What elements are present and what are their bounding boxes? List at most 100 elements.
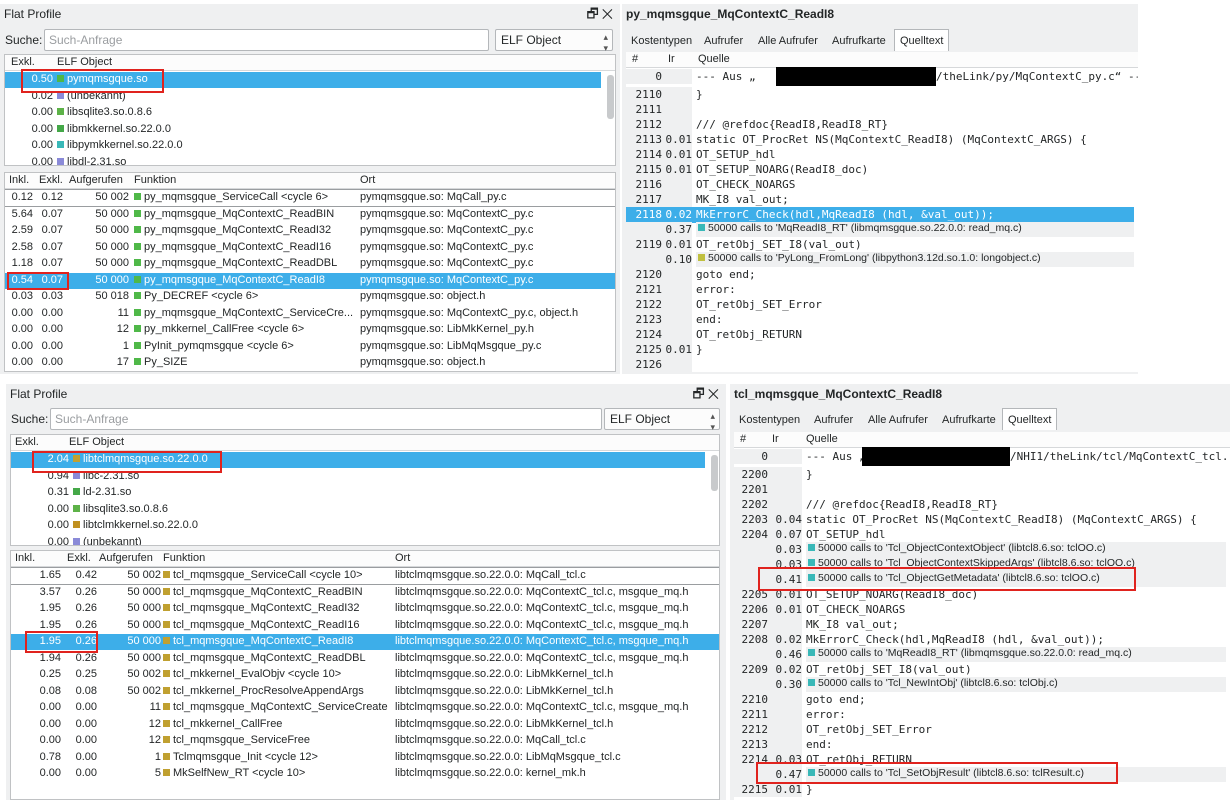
- function-row[interactable]: 1.94 0.26 50 000 tcl_mqmsgque_MqContextC_Re…: [11, 651, 719, 667]
- function-row[interactable]: 0.54 0.07 50 000 py_mqmsgque_MqContextC_Rea…: [5, 272, 615, 289]
- source-line[interactable]: 0.46 50000 calls to 'MqReadI8_RT' (libmqm…: [734, 647, 1226, 663]
- source-line[interactable]: 2208 0.02 MkErrorC_Check(hdl,MqReadI8 (hd…: [734, 632, 1226, 648]
- top-flat-dock-buttons[interactable]: 🗗✕: [587, 5, 616, 27]
- source-line[interactable]: 2207 MK_I8 val_out;: [734, 617, 1226, 633]
- bottom-search-input[interactable]: Such-Anfrage: [50, 408, 602, 430]
- group-row[interactable]: 0.00 libmkkernel.so.22.0.0: [5, 122, 601, 138]
- function-row[interactable]: 0.03 0.03 50 018 Py_DECREF <cycle 6> pymqmsg…: [5, 289, 615, 305]
- function-row[interactable]: 0.00 0.00 17 Py_SIZE pymqmsgque.so: object.h: [5, 355, 615, 371]
- top-function-list[interactable]: Inkl. Exkl. Aufgerufen Funktion Ort 0.12…: [4, 172, 616, 372]
- source-line[interactable]: 2116 OT_CHECK_NOARGS: [626, 177, 1134, 193]
- top-group-scrollbar[interactable]: [607, 75, 614, 119]
- col-quelle[interactable]: Quelle: [698, 53, 730, 65]
- col-funktion[interactable]: Funktion: [163, 552, 205, 564]
- function-row[interactable]: 3.57 0.26 50 000 tcl_mqmsgque_MqContextC_Re…: [11, 585, 719, 601]
- group-row[interactable]: 0.00 libsqlite3.so.0.8.6: [11, 502, 705, 518]
- tab-aufrufer[interactable]: Aufrufer: [808, 408, 859, 430]
- top-source-view[interactable]: # Ir Quelle 0 --- Aus „ /theLink/py/MqContex…: [626, 52, 1138, 372]
- function-row[interactable]: 1.95 0.26 50 000 tcl_mqmsgque_MqContextC_Re…: [11, 634, 719, 650]
- bottom-group-scrollbar[interactable]: [711, 455, 718, 491]
- source-line[interactable]: 2119 0.01 OT_retObj_SET_I8(val_out): [626, 237, 1134, 253]
- function-row[interactable]: 0.25 0.25 50 002 tcl_mkkernel_EvalObjv <cyc…: [11, 667, 719, 683]
- tab-aufrufkarte[interactable]: Aufrufkarte: [826, 29, 892, 51]
- col-elf-object[interactable]: ELF Object: [57, 56, 112, 68]
- function-row[interactable]: 0.78 0.00 1 Tclmqmsgque_Init <cycle 12> libt…: [11, 750, 719, 766]
- tab-quelltext[interactable]: Quelltext: [1002, 408, 1058, 430]
- function-row[interactable]: 0.12 0.12 50 002 py_mqmsgque_ServiceCall <c…: [5, 189, 615, 207]
- col-exkl[interactable]: Exkl.: [11, 56, 35, 68]
- source-line[interactable]: 2122 OT_retObj_SET_Error: [626, 297, 1134, 313]
- source-line[interactable]: 2111: [626, 102, 1134, 118]
- source-line[interactable]: 2213 end:: [734, 737, 1226, 753]
- group-row[interactable]: 0.00 libtclmkkernel.so.22.0.0: [11, 518, 705, 534]
- col-inkl[interactable]: Inkl.: [15, 552, 35, 564]
- group-row[interactable]: 0.00 libdl-2.31.so: [5, 155, 601, 166]
- function-row[interactable]: 0.00 0.00 11 py_mqmsgque_MqContextC_Service…: [5, 306, 615, 322]
- source-line[interactable]: 2112 /// @refdoc{ReadI8,ReadI8_RT}: [626, 117, 1134, 133]
- source-line[interactable]: 2206 0.01 OT_CHECK_NOARGS: [734, 602, 1226, 618]
- bottom-flat-dock-buttons[interactable]: 🗗✕: [693, 385, 722, 407]
- function-row[interactable]: 1.18 0.07 50 000 py_mqmsgque_MqContextC_Rea…: [5, 256, 615, 272]
- tab-quelltext[interactable]: Quelltext: [894, 29, 950, 51]
- bottom-function-list[interactable]: Inkl. Exkl. Aufgerufen Funktion Ort 1.65…: [10, 550, 720, 800]
- source-line[interactable]: 0 --- Aus „ /NHI1/theLink/tcl/MqContextC_t…: [734, 447, 1229, 466]
- source-line[interactable]: 0 --- Aus „ /theLink/py/MqContextC_py.c“ -…: [626, 67, 1138, 86]
- top-search-input[interactable]: Such-Anfrage: [44, 29, 489, 51]
- col-funktion[interactable]: Funktion: [134, 174, 176, 186]
- source-line[interactable]: 2126: [626, 357, 1134, 372]
- source-line[interactable]: 2209 0.02 OT_retObj_SET_I8(val_out): [734, 662, 1226, 678]
- function-row[interactable]: 0.00 0.00 5 MkSelfNew_RT <cycle 10> libtclmq…: [11, 766, 719, 782]
- source-line[interactable]: 2117 MK_I8 val_out;: [626, 192, 1134, 208]
- col-ir[interactable]: Ir: [772, 433, 779, 445]
- function-row[interactable]: 2.58 0.07 50 000 py_mqmsgque_MqContextC_Rea…: [5, 240, 615, 256]
- function-row[interactable]: 0.00 0.00 12 py_mkkernel_CallFree <cycle 6>…: [5, 322, 615, 338]
- col-quelle[interactable]: Quelle: [806, 433, 838, 445]
- function-row[interactable]: 1.95 0.26 50 000 tcl_mqmsgque_MqContextC_Re…: [11, 601, 719, 617]
- tab-alle-aufrufer[interactable]: Alle Aufrufer: [862, 408, 934, 430]
- source-line[interactable]: 2110}: [626, 87, 1134, 103]
- col-line[interactable]: #: [632, 53, 638, 65]
- tab-alle-aufrufer[interactable]: Alle Aufrufer: [752, 29, 824, 51]
- source-line[interactable]: 2200}: [734, 467, 1226, 483]
- source-line[interactable]: 2212 OT_retObj_SET_Error: [734, 722, 1226, 738]
- col-ort[interactable]: Ort: [395, 552, 410, 564]
- col-line[interactable]: #: [740, 433, 746, 445]
- source-line[interactable]: 2210 goto end;: [734, 692, 1226, 708]
- group-row[interactable]: 0.00 (unbekannt): [11, 535, 705, 546]
- bottom-source-view[interactable]: # Ir Quelle 0 --- Aus „ /NHI1/theLink/tcl/Mq…: [734, 432, 1230, 800]
- source-line[interactable]: 2115 0.01 OT_SETUP_NOARG(ReadI8_doc): [626, 162, 1134, 178]
- group-row[interactable]: 0.00 libsqlite3.so.0.8.6: [5, 105, 601, 121]
- function-row[interactable]: 0.00 0.00 12 tcl_mqmsgque_ServiceFree libtcl…: [11, 733, 719, 749]
- group-row[interactable]: 0.00 libpymkkernel.so.22.0.0: [5, 138, 601, 154]
- col-exkl[interactable]: Exkl.: [67, 552, 91, 564]
- top-group-select[interactable]: ELF Object ▴ ▾: [495, 29, 613, 53]
- col-ort[interactable]: Ort: [360, 174, 375, 186]
- col-inkl[interactable]: Inkl.: [9, 174, 29, 186]
- source-line[interactable]: 2202 /// @refdoc{ReadI8,ReadI8_RT}: [734, 497, 1226, 513]
- function-row[interactable]: 1.95 0.26 50 000 tcl_mqmsgque_MqContextC_Re…: [11, 618, 719, 634]
- function-row[interactable]: 5.64 0.07 50 000 py_mqmsgque_MqContextC_Rea…: [5, 207, 615, 223]
- function-row[interactable]: 2.59 0.07 50 000 py_mqmsgque_MqContextC_Rea…: [5, 223, 615, 239]
- source-line[interactable]: 2121 error:: [626, 282, 1134, 298]
- source-line[interactable]: 2120 goto end;: [626, 267, 1134, 283]
- source-line[interactable]: 2201: [734, 482, 1226, 498]
- col-elf-object[interactable]: ELF Object: [69, 436, 124, 448]
- source-line[interactable]: 2118 0.02 MkErrorC_Check(hdl,MqReadI8 (hd…: [626, 207, 1134, 223]
- col-aufgerufen[interactable]: Aufgerufen: [99, 552, 153, 564]
- source-line[interactable]: 2114 0.01 OT_SETUP_hdl: [626, 147, 1134, 163]
- function-row[interactable]: 0.00 0.00 1 PyInit_pymqmsgque <cycle 6> pymq…: [5, 339, 615, 355]
- source-line[interactable]: 2123 end:: [626, 312, 1134, 328]
- source-line[interactable]: 2124 OT_retObj_RETURN: [626, 327, 1134, 343]
- function-row[interactable]: 0.00 0.00 12 tcl_mkkernel_CallFree libtclmqm…: [11, 717, 719, 733]
- group-row[interactable]: 0.31 ld-2.31.so: [11, 485, 705, 501]
- bottom-group-select[interactable]: ELF Object ▴ ▾: [604, 408, 720, 432]
- source-line[interactable]: 2215 0.01}: [734, 782, 1226, 798]
- function-row[interactable]: 0.08 0.08 50 002 tcl_mkkernel_ProcResolveAp…: [11, 684, 719, 700]
- source-line[interactable]: 0.03 50000 calls to 'Tcl_ObjectContextObj…: [734, 542, 1226, 558]
- source-line[interactable]: 0.30 50000 calls to 'Tcl_NewIntObj' (libt…: [734, 677, 1226, 693]
- tab-kostentypen[interactable]: Kostentypen: [733, 408, 806, 430]
- col-exkl[interactable]: Exkl.: [15, 436, 39, 448]
- source-line[interactable]: 0.37 50000 calls to 'MqReadI8_RT' (libmqm…: [626, 222, 1134, 238]
- col-aufgerufen[interactable]: Aufgerufen: [69, 174, 123, 186]
- col-exkl[interactable]: Exkl.: [39, 174, 63, 186]
